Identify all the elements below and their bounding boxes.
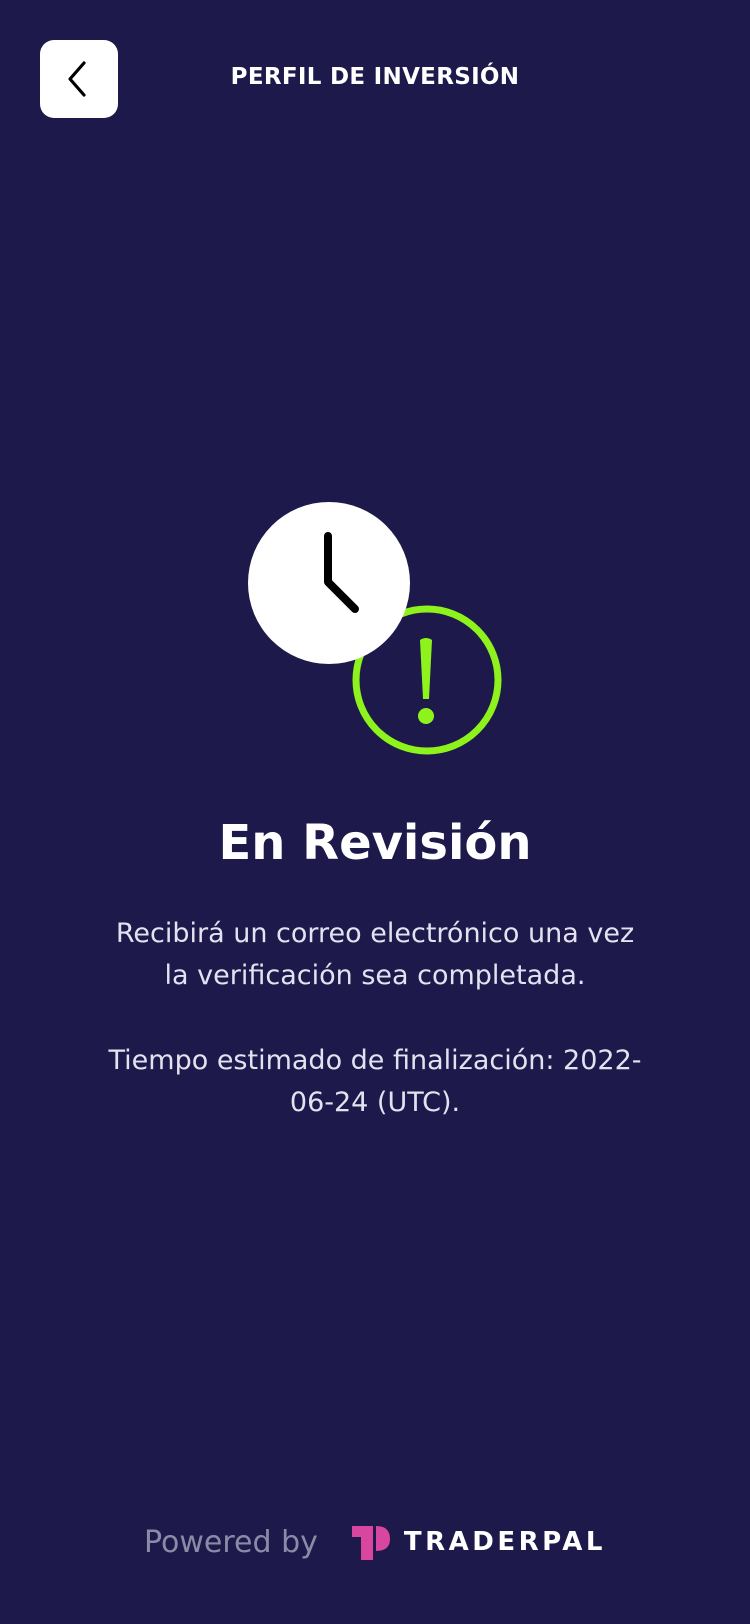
status-graphic bbox=[248, 502, 502, 755]
traderpal-logo bbox=[351, 1526, 390, 1560]
brand: TRADERPAL bbox=[351, 1524, 606, 1560]
status-title: En Revisión bbox=[218, 815, 532, 871]
footer: Powered by TRADERPAL bbox=[0, 1518, 750, 1566]
page-title: PERFIL DE INVERSIÓN bbox=[230, 64, 520, 90]
powered-by-label: Powered by bbox=[144, 1524, 318, 1560]
status-message: Recibirá un correo electrónico una vez l… bbox=[115, 918, 635, 991]
clock-icon bbox=[248, 502, 410, 664]
estimated-completion: Tiempo estimado de finalización: 2022-06… bbox=[108, 1045, 642, 1118]
brand-name: TRADERPAL bbox=[403, 1527, 606, 1557]
